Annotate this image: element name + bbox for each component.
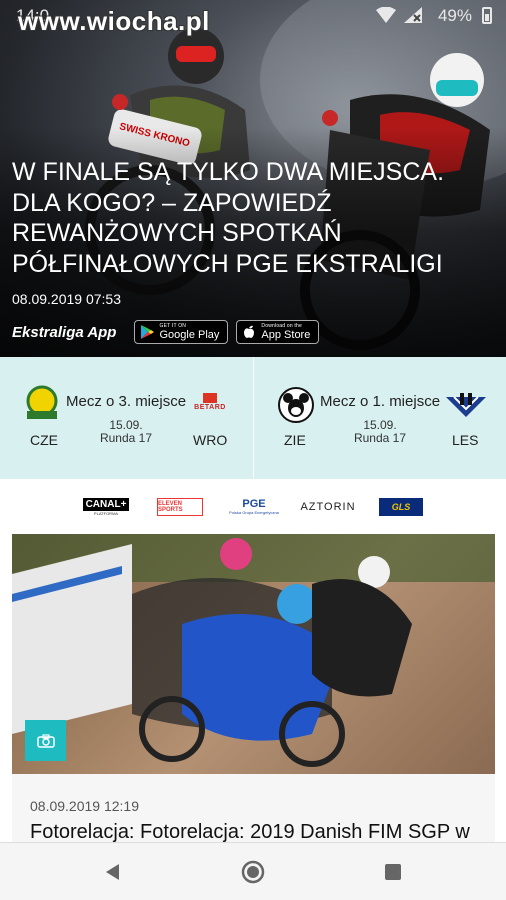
article-image bbox=[12, 534, 495, 767]
battery-icon bbox=[482, 7, 492, 24]
google-play-icon bbox=[141, 325, 155, 339]
home-team: CZE bbox=[30, 432, 58, 448]
status-icons bbox=[376, 7, 422, 23]
android-nav-bar bbox=[0, 842, 506, 900]
app-store-big: App Store bbox=[261, 329, 311, 341]
betard-logo-text: BETARD bbox=[194, 404, 226, 411]
no-signal-icon bbox=[404, 7, 422, 23]
match-card-third-place[interactable]: Mecz o 3. miejsce 15.09. Runda 17 CZE WR… bbox=[0, 357, 253, 479]
app-label: Ekstraliga App bbox=[12, 323, 117, 341]
eleven-sports-logo[interactable]: ELEVEN SPORTS bbox=[157, 498, 203, 516]
away-team: WRO bbox=[193, 432, 228, 448]
matches-band: Mecz o 3. miejsce 15.09. Runda 17 CZE WR… bbox=[0, 357, 506, 479]
mouse-logo bbox=[278, 387, 314, 423]
watermark: www.wiocha.pl bbox=[18, 6, 210, 36]
app-store-button[interactable]: Download on the App Store bbox=[236, 320, 320, 344]
gls-logo[interactable]: GLS bbox=[379, 498, 423, 516]
gls-text: GLS bbox=[391, 502, 411, 512]
apple-icon bbox=[244, 325, 255, 338]
status-bar: 14:0 www.wiocha.pl 49% bbox=[0, 0, 506, 36]
pge-logo[interactable]: PGE Polska Grupa Energetyczna bbox=[224, 493, 284, 519]
aztorin-logo[interactable]: AZTORIN bbox=[300, 498, 356, 516]
canal-plus-text: CANAL+ bbox=[82, 498, 130, 511]
app-promo: Ekstraliga App GET IT ON Google Play Down… bbox=[12, 320, 327, 344]
match-round: Runda 17 bbox=[99, 431, 153, 445]
screen: SWISS KRONO 14:0 www.wiocha.pl 49% W FIN… bbox=[0, 0, 506, 900]
match-date: 15.09. bbox=[109, 418, 143, 432]
google-play-button[interactable]: GET IT ON Google Play bbox=[134, 320, 229, 344]
match-round: Runda 17 bbox=[353, 431, 407, 445]
article-photo[interactable] bbox=[12, 534, 495, 774]
canal-plus-sub: PLATFORMA bbox=[93, 511, 119, 516]
eleven-sports-text: ELEVEN SPORTS bbox=[158, 501, 183, 513]
match-card-final[interactable]: Mecz o 1. miejsce 15.09. Runda 17 ZIE LE… bbox=[254, 357, 506, 479]
hero-date: 08.09.2019 07:53 bbox=[12, 291, 121, 307]
recents-button[interactable] bbox=[380, 859, 406, 885]
google-play-big: Google Play bbox=[159, 329, 220, 341]
camera-button[interactable] bbox=[25, 720, 66, 761]
sponsors-row: CANAL+ PLATFORMA ELEVEN SPORTS PGE Polsk… bbox=[0, 479, 506, 534]
canal-plus-logo[interactable]: CANAL+ PLATFORMA bbox=[80, 498, 132, 516]
home-icon bbox=[241, 860, 265, 884]
grudziadz-logo bbox=[26, 385, 58, 419]
pge-sub: Polska Grupa Energetyczna bbox=[229, 509, 279, 515]
article-date: 08.09.2019 12:19 bbox=[30, 798, 139, 814]
match-date: 15.09. bbox=[363, 418, 397, 432]
pge-text: PGE bbox=[242, 497, 266, 510]
battery-percent: 49% bbox=[437, 6, 472, 25]
camera-icon bbox=[36, 733, 55, 748]
article-title[interactable]: Fotorelacja: Fotorelacja: 2019 Danish FI… bbox=[30, 821, 490, 844]
home-button[interactable] bbox=[240, 859, 266, 885]
away-team: LES bbox=[452, 432, 479, 448]
hero-banner[interactable]: SWISS KRONO 14:0 www.wiocha.pl 49% W FIN… bbox=[0, 0, 506, 357]
back-button[interactable] bbox=[100, 859, 126, 885]
hero-title[interactable]: W FINALE SĄ TYLKO DWA MIEJSCA. DLA KOGO?… bbox=[12, 157, 497, 279]
wifi-icon bbox=[376, 7, 396, 23]
unia-logo bbox=[446, 393, 486, 417]
back-icon bbox=[106, 864, 119, 880]
aztorin-text: AZTORIN bbox=[300, 501, 356, 513]
recents-icon bbox=[385, 864, 401, 880]
match-title: Mecz o 3. miejsce bbox=[66, 393, 187, 410]
home-team: ZIE bbox=[284, 432, 306, 448]
match-title: Mecz o 1. miejsce bbox=[320, 393, 441, 410]
betard-logo: BETARD bbox=[192, 393, 228, 411]
